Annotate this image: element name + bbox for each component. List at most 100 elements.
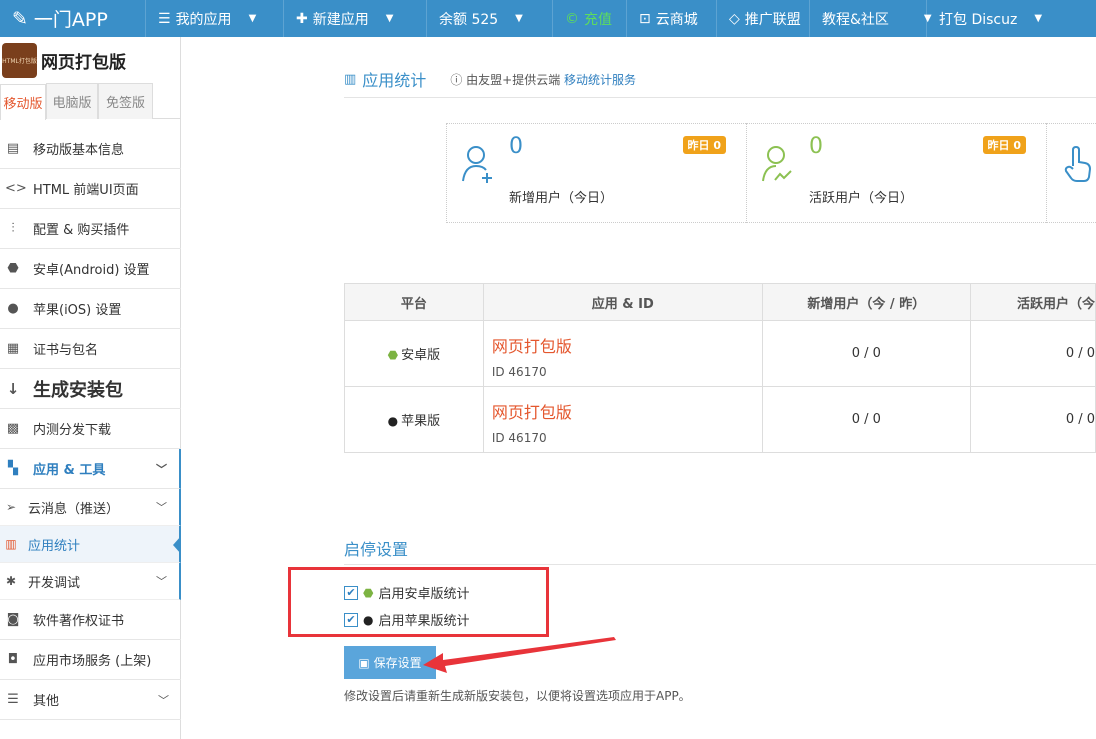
platform-table: 平台 应用 & ID 新增用户（今 / 昨） 活跃用户（今 ⬣ 安卓版 网页打包版…	[344, 283, 1096, 453]
active-users-cell: 0 / 0	[969, 386, 1096, 453]
grid-icon: ▚	[8, 461, 18, 476]
column-header: 应用 & ID	[482, 283, 763, 321]
app-id: ID 46170	[491, 364, 547, 379]
app-id: ID 46170	[491, 430, 547, 445]
stat-card-new-users: 0 昨日 0 新增用户（今日）	[446, 123, 746, 223]
chevron-down-icon: ﹀	[156, 462, 167, 476]
save-icon: ▣	[358, 655, 370, 670]
nav-my-apps[interactable]: ☰ 我的应用 ▼	[145, 0, 283, 37]
platform-cell: ⬣ 安卓版	[344, 320, 484, 387]
document-icon: ▤	[6, 141, 20, 156]
sidebar-item-ios[interactable]: ● 苹果(iOS) 设置	[0, 289, 181, 329]
nav-pack-discuz[interactable]: 打包 Discuz ▼	[926, 0, 1064, 37]
nav-cloud-store[interactable]: ⊡ 云商城	[626, 0, 716, 37]
sidebar-item-build[interactable]: ↓ 生成安装包	[0, 369, 181, 409]
tab-unsigned[interactable]: 免签版	[98, 83, 153, 119]
store-icon: ⊡	[639, 10, 651, 27]
app-name-link[interactable]: 网页打包版	[492, 333, 762, 357]
annotation-arrow	[423, 637, 616, 673]
shop-icon: ◘	[7, 652, 19, 667]
list-icon: ☰	[158, 10, 171, 27]
new-users-cell: 0 / 0	[761, 386, 971, 453]
nav-tutorials[interactable]: 教程&社区 ▼	[809, 0, 932, 37]
stat-card-active-users: 0 昨日 0 活跃用户（今日）	[746, 123, 1046, 223]
sliders-icon: ⫶	[11, 221, 15, 236]
logo[interactable]: ✎ 一门APP	[0, 0, 145, 37]
feather-icon: ✎	[12, 7, 28, 30]
sidebar-subitem-cloud-push[interactable]: ➢ 云消息（推送） ﹀	[0, 489, 181, 526]
column-header: 新增用户（今 / 昨）	[761, 283, 971, 321]
bug-icon: ✱	[5, 574, 17, 588]
stats-header: ▥ 应用统计 ⓘ 由友盟+提供云端 移动统计服务	[344, 67, 636, 91]
divider	[344, 564, 1096, 565]
code-icon: <>	[5, 181, 27, 196]
sidebar-item-copyright[interactable]: ◙ 软件著作权证书	[0, 600, 181, 640]
stat-value: 0	[509, 134, 523, 159]
stat-label: 活跃用户（今日）	[809, 191, 914, 206]
checkbox-ios-stats[interactable]: ✔	[344, 612, 358, 627]
apple-icon: ●	[363, 612, 374, 627]
certificate-icon: ▦	[6, 341, 20, 356]
sidebar-item-certificate[interactable]: ▦ 证书与包名	[0, 329, 181, 369]
table-row: ● 苹果版 网页打包版 ID 46170 0 / 0 0 / 0	[344, 386, 1096, 453]
nav-balance[interactable]: 余额 525 ▼	[426, 0, 552, 37]
apple-icon: ●	[387, 414, 399, 428]
send-icon: ➢	[5, 500, 17, 514]
sidebar-item-basic-info[interactable]: ▤ 移动版基本信息	[0, 129, 181, 169]
sidebar-item-apps-tools[interactable]: ▚ 应用 & 工具 ﹀	[0, 449, 181, 489]
checkbox-android-stats[interactable]: ✔	[344, 585, 358, 600]
android-icon: ⬣	[363, 585, 374, 600]
column-header: 活跃用户（今	[969, 283, 1096, 321]
apple-icon: ●	[7, 301, 19, 316]
app-name-link[interactable]: 网页打包版	[492, 399, 762, 423]
section-title: 启停设置	[344, 540, 409, 559]
sidebar: HTML打包版 网页打包版 移动版 电脑版 免签版 ▤ 移动版基本信息 <> H…	[0, 37, 181, 739]
app-cell: 网页打包版 ID 46170	[482, 386, 763, 453]
page-title: 应用统计	[362, 71, 427, 90]
sort-download-icon: ↓	[6, 379, 20, 398]
version-tabs: 移动版 电脑版 免签版	[0, 83, 180, 120]
stat-badge: 昨日 0	[682, 136, 726, 154]
stat-value: 0	[809, 134, 823, 159]
sidebar-item-html-ui[interactable]: <> HTML 前端UI页面	[0, 169, 181, 209]
tab-mobile[interactable]: 移动版	[0, 84, 46, 120]
sidebar-item-android[interactable]: ⬣ 安卓(Android) 设置	[0, 249, 181, 289]
qrcode-icon: ▩	[6, 421, 20, 436]
stats-service-link[interactable]: 移动统计服务	[564, 73, 636, 87]
sidebar-subitem-debug[interactable]: ✱ 开发调试 ﹀	[0, 563, 181, 600]
main-content: ▥ 应用统计 ⓘ 由友盟+提供云端 移动统计服务 0 昨日 0 新增用户（今日）	[181, 37, 1096, 739]
sidebar-item-market-service[interactable]: ◘ 应用市场服务 (上架)	[0, 640, 181, 680]
chevron-down-icon: ﹀	[158, 693, 169, 707]
info-icon: ⓘ	[450, 72, 463, 87]
plus-icon: ✚	[296, 10, 308, 27]
caret-down-icon: ▼	[385, 13, 394, 24]
sidebar-menu: ▤ 移动版基本信息 <> HTML 前端UI页面 ⫶ 配置 & 购买插件 ⬣ 安…	[0, 129, 181, 720]
app-cell: 网页打包版 ID 46170	[482, 320, 763, 387]
app-name: 网页打包版	[41, 52, 126, 73]
sidebar-item-beta-distribution[interactable]: ▩ 内测分发下载	[0, 409, 181, 449]
tab-desktop[interactable]: 电脑版	[46, 83, 98, 119]
new-users-cell: 0 / 0	[761, 320, 971, 387]
sidebar-item-other[interactable]: ☰ 其他 ﹀	[0, 680, 181, 720]
settings-hint: 修改设置后请重新生成新版安装包，以便将设置选项应用于APP。	[344, 689, 691, 703]
enable-android-stats-option[interactable]: ✔ ⬣ 启用安卓版统计	[344, 583, 470, 602]
menu-icon: ☰	[7, 692, 19, 707]
sidebar-subitem-app-stats[interactable]: ▥ 应用统计	[0, 526, 181, 563]
nav-affiliate[interactable]: ◇ 推广联盟	[716, 0, 809, 37]
hand-pointer-icon	[1064, 145, 1092, 182]
stat-badge: 昨日 0	[982, 136, 1026, 154]
enable-ios-stats-option[interactable]: ✔ ● 启用苹果版统计	[344, 610, 470, 629]
stats-provider-note: ⓘ 由友盟+提供云端 移动统计服务	[450, 72, 637, 87]
sidebar-item-plugins[interactable]: ⫶ 配置 & 购买插件	[0, 209, 181, 249]
stat-card-launches	[1046, 123, 1096, 223]
column-header: 平台	[344, 283, 484, 321]
active-users-cell: 0 / 0	[969, 320, 1096, 387]
chevron-down-icon: ﹀	[156, 575, 167, 588]
divider	[344, 97, 1096, 98]
nav-recharge[interactable]: © 充值	[552, 0, 626, 37]
app-header: HTML打包版 网页打包版	[0, 37, 180, 83]
top-navbar: ✎ 一门APP ☰ 我的应用 ▼ ✚ 新建应用 ▼ 余额 525 ▼ © 充值 …	[0, 0, 1096, 37]
android-icon: ⬣	[7, 261, 19, 276]
user-activity-icon	[762, 146, 792, 182]
nav-new-app[interactable]: ✚ 新建应用 ▼	[283, 0, 426, 37]
